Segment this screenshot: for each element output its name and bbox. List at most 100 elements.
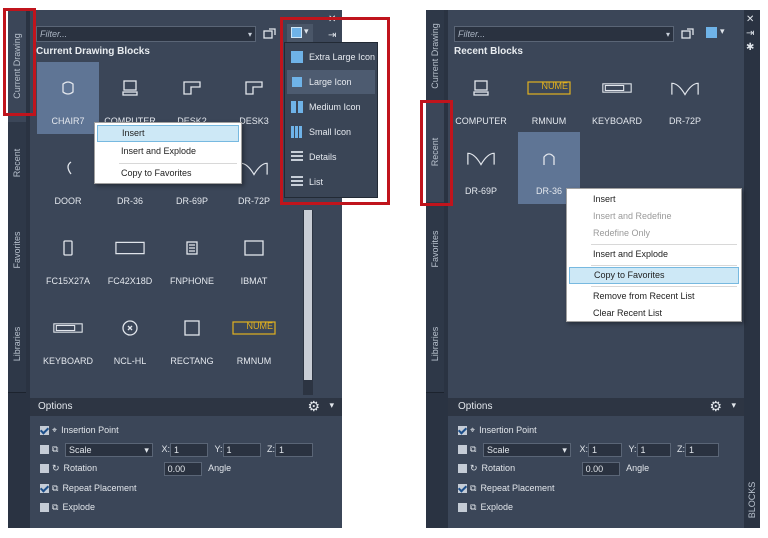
rotation-checkbox[interactable] bbox=[458, 464, 467, 474]
block-tile[interactable]: KEYBOARD bbox=[586, 62, 648, 134]
block-tile[interactable]: IBMAT bbox=[223, 222, 285, 294]
highlight-box-current-drawing-tab bbox=[3, 8, 36, 116]
scale-x-input[interactable]: 1 bbox=[169, 442, 208, 457]
tab-libraries[interactable]: Libraries bbox=[8, 296, 26, 393]
insertion-point-icon: ⌖ bbox=[52, 425, 58, 435]
scale-dropdown[interactable]: Scale ▾ bbox=[482, 442, 571, 457]
pin-icon[interactable]: ⇥ bbox=[746, 28, 754, 39]
block-tile[interactable]: FC42X18D bbox=[99, 222, 161, 294]
explode-row[interactable]: ⧉ Explode bbox=[40, 499, 95, 515]
browse-icon[interactable] bbox=[681, 27, 695, 41]
scale-z-input[interactable]: 1 bbox=[685, 442, 720, 457]
close-icon[interactable]: ✕ bbox=[746, 14, 754, 25]
menu-insert-and-explode[interactable]: Insert and Explode bbox=[97, 143, 239, 160]
angle-input[interactable]: 0.00 bbox=[163, 461, 202, 476]
rotation-row: ↻ Rotation 0.00 Angle bbox=[458, 460, 649, 476]
block-tile[interactable]: KEYBOARD bbox=[37, 302, 99, 374]
right-blocks-palette: Current Drawing Recent Favorites Librari… bbox=[426, 10, 760, 528]
tab-recent[interactable]: Recent bbox=[8, 122, 26, 205]
insertion-point-row[interactable]: ⌖ Insertion Point bbox=[458, 422, 537, 438]
menu-insert[interactable]: Insert bbox=[97, 125, 239, 142]
view-mode-button[interactable]: ▾ bbox=[704, 24, 728, 42]
repeat-placement-row[interactable]: ⧉ Repeat Placement bbox=[458, 480, 554, 496]
rotation-icon: ↻ bbox=[470, 463, 478, 473]
properties-icon[interactable]: ✱ bbox=[746, 42, 754, 53]
scale-icon: ⧉ bbox=[470, 444, 477, 454]
menu-copy-to-favorites[interactable]: Copy to Favorites bbox=[97, 165, 239, 182]
explode-icon: ⧉ bbox=[470, 502, 477, 512]
chevron-down-icon[interactable]: ▾ bbox=[666, 27, 670, 42]
rotation-icon: ↻ bbox=[52, 463, 60, 473]
scrollbar[interactable] bbox=[303, 210, 313, 395]
menu-insert-and-redefine: Insert and Redefine bbox=[593, 211, 672, 221]
scrollbar-thumb[interactable] bbox=[304, 210, 312, 380]
chevron-down-icon[interactable]: ▾ bbox=[731, 400, 736, 411]
block-tile[interactable]: FC15X27A bbox=[37, 222, 99, 294]
desk-icon bbox=[177, 76, 207, 100]
repeat-icon: ⧉ bbox=[470, 483, 477, 493]
menu-insert-and-explode[interactable]: Insert and Explode bbox=[569, 246, 739, 263]
filter-input[interactable]: Filter... ▾ bbox=[36, 26, 256, 42]
repeat-placement-checkbox[interactable] bbox=[458, 484, 467, 494]
scale-dropdown[interactable]: Scale ▾ bbox=[64, 442, 153, 457]
cabinet-wide-icon bbox=[115, 236, 145, 260]
scale-checkbox[interactable] bbox=[40, 445, 49, 455]
block-tile[interactable]: NCL-HL bbox=[99, 302, 161, 374]
angle-input[interactable]: 0.00 bbox=[581, 461, 620, 476]
scale-y-input[interactable]: 1 bbox=[222, 442, 261, 457]
chair-icon bbox=[53, 76, 83, 100]
block-tile[interactable]: COMPUTER bbox=[450, 62, 512, 134]
cabinet-icon bbox=[53, 236, 83, 260]
scale-y-input[interactable]: 1 bbox=[636, 442, 671, 457]
desk-icon bbox=[239, 76, 269, 100]
tab-favorites[interactable]: Favorites bbox=[8, 204, 26, 297]
block-tile[interactable]: DR-69P bbox=[450, 132, 512, 204]
block-tile[interactable]: CHAIR7 bbox=[37, 62, 99, 134]
scale-x-input[interactable]: 1 bbox=[587, 442, 622, 457]
options-header[interactable]: Options ⚙ ▾ bbox=[30, 398, 342, 416]
block-tile[interactable]: DR-72P bbox=[654, 62, 716, 134]
tab-libraries[interactable]: Libraries bbox=[426, 296, 444, 393]
chevron-down-icon[interactable]: ▾ bbox=[248, 27, 252, 42]
repeat-placement-row[interactable]: ⧉ Repeat Placement bbox=[40, 480, 136, 496]
scale-row: ⧉ Scale ▾ X: 1 Y: 1 Z: 1 bbox=[40, 441, 314, 457]
double-door-icon bbox=[239, 156, 269, 180]
scale-z-input[interactable]: 1 bbox=[275, 442, 314, 457]
rotation-row: ↻ Rotation 0.00 Angle bbox=[40, 460, 231, 476]
scale-checkbox[interactable] bbox=[458, 445, 467, 455]
repeat-placement-checkbox[interactable] bbox=[40, 484, 49, 494]
menu-insert[interactable]: Insert bbox=[569, 191, 739, 208]
menu-remove-from-recent-list[interactable]: Remove from Recent List bbox=[569, 288, 739, 305]
block-tile[interactable]: NUME RMNUM bbox=[518, 62, 580, 134]
explode-row[interactable]: ⧉ Explode bbox=[458, 499, 513, 515]
filter-input[interactable]: Filter... ▾ bbox=[454, 26, 674, 42]
block-name: COMPUTER bbox=[455, 116, 507, 126]
explode-icon: ⧉ bbox=[52, 502, 59, 512]
block-tile[interactable]: DOOR bbox=[37, 142, 99, 214]
double-door-icon bbox=[670, 76, 700, 100]
menu-separator bbox=[119, 163, 237, 164]
insertion-point-checkbox[interactable] bbox=[40, 426, 49, 436]
explode-checkbox[interactable] bbox=[40, 503, 49, 513]
menu-copy-to-favorites[interactable]: Copy to Favorites bbox=[569, 267, 739, 284]
door-icon bbox=[53, 156, 83, 180]
phone-icon bbox=[177, 236, 207, 260]
browse-icon[interactable] bbox=[263, 27, 277, 41]
rotation-checkbox[interactable] bbox=[40, 464, 49, 474]
block-tile[interactable]: NUME RMNUM bbox=[223, 302, 285, 374]
options-header[interactable]: Options ⚙ ▾ bbox=[448, 398, 744, 416]
block-name: KEYBOARD bbox=[591, 116, 642, 126]
insertion-point-checkbox[interactable] bbox=[458, 426, 467, 436]
menu-separator bbox=[591, 286, 737, 287]
chevron-down-icon[interactable]: ▾ bbox=[329, 400, 334, 411]
tab-current-drawing[interactable]: Current Drawing bbox=[426, 10, 444, 103]
menu-clear-recent-list[interactable]: Clear Recent List bbox=[569, 305, 739, 322]
block-tile[interactable]: RECTANG bbox=[161, 302, 223, 374]
explode-checkbox[interactable] bbox=[458, 503, 467, 513]
gear-icon[interactable]: ⚙ bbox=[709, 398, 722, 415]
block-tile[interactable]: FNPHONE bbox=[161, 222, 223, 294]
insertion-point-row[interactable]: ⌖ Insertion Point bbox=[40, 422, 119, 438]
tab-favorites[interactable]: Favorites bbox=[426, 202, 444, 297]
gear-icon[interactable]: ⚙ bbox=[307, 398, 320, 415]
chevron-down-icon: ▾ bbox=[720, 26, 725, 36]
